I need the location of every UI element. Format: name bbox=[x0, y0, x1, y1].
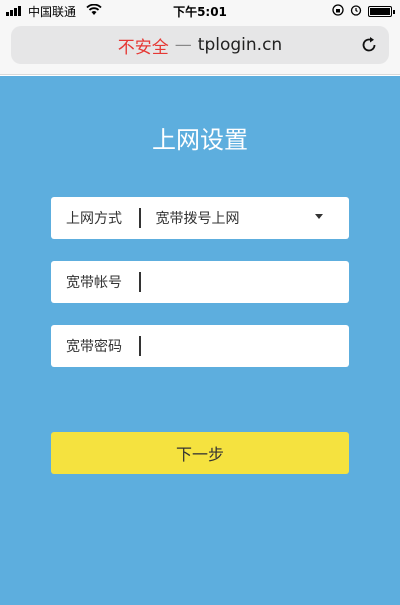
alarm-icon bbox=[350, 4, 362, 19]
password-field[interactable]: 宽带密码 bbox=[51, 325, 349, 367]
browser-toolbar: 不安全 — tplogin.cn bbox=[0, 22, 400, 75]
connection-type-select[interactable]: 上网方式 宽带拨号上网 bbox=[51, 197, 349, 239]
field-divider bbox=[139, 208, 141, 228]
next-button[interactable]: 下一步 bbox=[51, 432, 349, 474]
page-title: 上网设置 bbox=[152, 126, 248, 154]
url-text: tplogin.cn bbox=[197, 35, 283, 55]
dropdown-arrow-icon[interactable] bbox=[315, 214, 323, 219]
account-label: 宽带帐号 bbox=[66, 275, 122, 291]
insecure-label: 不安全 bbox=[117, 37, 169, 58]
account-input[interactable] bbox=[148, 261, 349, 303]
setup-page: 上网设置 上网方式 宽带拨号上网 宽带帐号 宽带密码 下一步 bbox=[0, 76, 400, 605]
url-separator: — bbox=[174, 35, 192, 55]
reload-icon[interactable] bbox=[359, 35, 379, 60]
address-bar[interactable]: 不安全 — tplogin.cn bbox=[11, 26, 389, 64]
account-field[interactable]: 宽带帐号 bbox=[51, 261, 349, 303]
text-cursor bbox=[139, 272, 141, 292]
password-label: 宽带密码 bbox=[66, 339, 122, 355]
orientation-lock-icon bbox=[332, 4, 344, 19]
text-cursor bbox=[139, 336, 141, 356]
status-bar: 中国联通 下午5:01 bbox=[0, 0, 400, 22]
connection-type-label: 上网方式 bbox=[66, 211, 122, 227]
battery-icon bbox=[368, 6, 395, 17]
password-input[interactable] bbox=[148, 325, 349, 367]
